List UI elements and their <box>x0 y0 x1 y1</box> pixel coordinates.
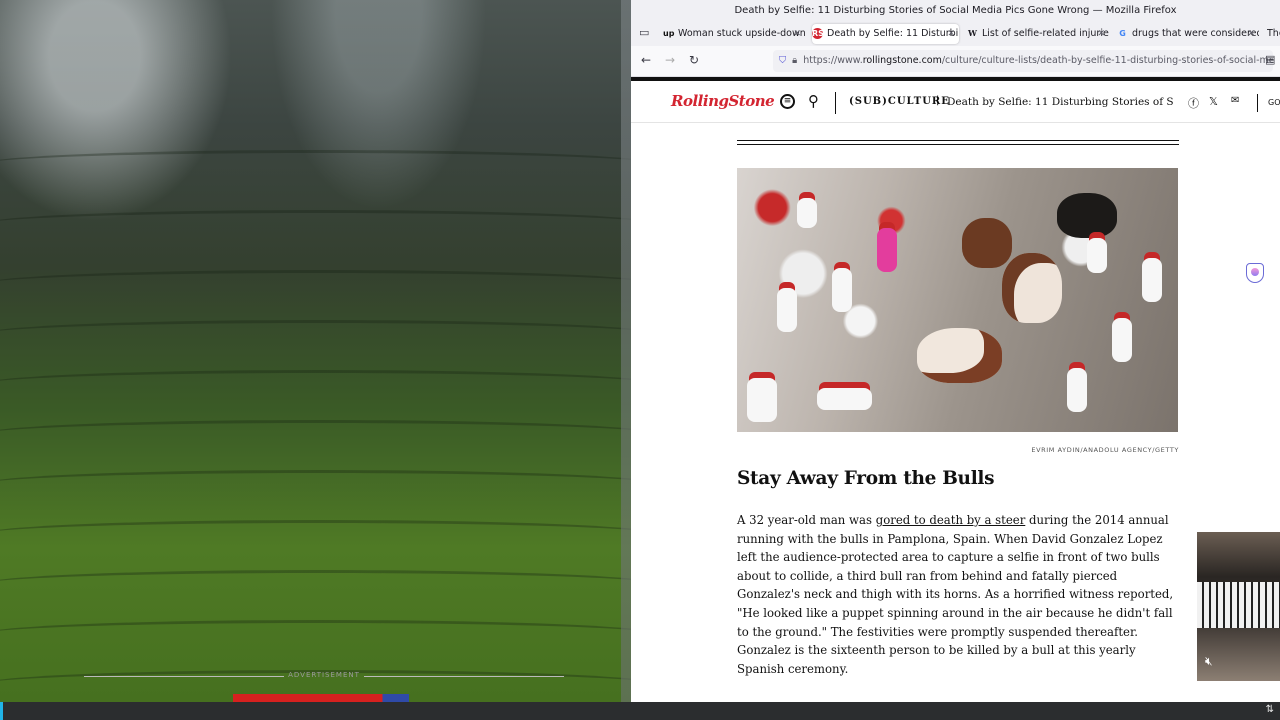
tab-3-close-icon[interactable]: ✕ <box>1097 24 1105 44</box>
facebook-icon[interactable]: ⓕ <box>1188 95 1199 111</box>
back-arrow-icon[interactable]: ← <box>641 53 651 67</box>
tab-1-close-icon[interactable]: ✕ <box>793 24 801 44</box>
advertisement-label: ADVERTISEMENT <box>84 671 564 679</box>
tab-3-label: List of selfie-related injuries <box>982 28 1109 39</box>
article: EVRIM AYDIN/ANADOLU AGENCY/GETTY Stay Aw… <box>737 140 1179 690</box>
video-overlay[interactable]: 🔇︎ <box>1197 532 1280 681</box>
desktop-wallpaper <box>0 0 631 702</box>
gored-link[interactable]: gored to death by a steer <box>876 513 1026 527</box>
reload-icon[interactable]: ↻ <box>689 53 699 67</box>
section-heading: Stay Away From the Bulls <box>737 468 995 489</box>
window-title: Death by Selfie: 11 Disturbing Stories o… <box>631 0 1280 22</box>
tab-bar: ▭ up Woman stuck upside-down i ✕ RS Death b… <box>631 22 1280 46</box>
tab-1[interactable]: up Woman stuck upside-down i ✕ <box>663 24 805 44</box>
search-icon[interactable]: ⚲ <box>808 92 819 110</box>
tab-2-favicon-icon: RS <box>812 28 824 39</box>
url-host: rollingstone.com <box>862 55 942 66</box>
tab-5-label: The <box>1267 28 1280 39</box>
site-logo[interactable]: RollingStone <box>671 92 775 110</box>
forward-arrow-icon[interactable]: → <box>665 53 675 67</box>
paragraph-text-start: A 32 year-old man was <box>737 513 876 527</box>
tab-4[interactable]: Gdrugs that were considered ✕ <box>1117 24 1259 44</box>
firefox-window: Death by Selfie: 11 Disturbing Stories o… <box>631 0 1280 702</box>
header-article-title: Death by Selfie: 11 Disturbing Stories o… <box>947 96 1173 108</box>
article-paragraph: A 32 year-old man was gored to death by … <box>737 511 1179 678</box>
menu-icon[interactable]: ≡ <box>780 94 795 109</box>
tab-2-label: Death by Selfie: 11 Disturbi <box>827 28 959 39</box>
paragraph-text-end: during the 2014 annual running with the … <box>737 513 1174 676</box>
tab-4-label: drugs that were considered <box>1132 28 1259 39</box>
url-path: /culture/culture-lists/death-by-selfie-1… <box>941 55 1273 66</box>
tracking-shield-icon[interactable]: ⛉ <box>779 55 786 66</box>
tab-3-favicon-icon: W <box>968 28 977 38</box>
url-bar[interactable]: ⛉ 🔒︎ https://www.rollingstone.com/culture/… <box>773 50 1273 72</box>
tab-4-favicon-icon: G <box>1119 29 1126 38</box>
header-separator: | <box>936 95 940 106</box>
email-icon[interactable]: ✉ <box>1231 95 1239 106</box>
tab-5[interactable]: The <box>1267 24 1280 44</box>
reader-view-icon[interactable]: ▤ <box>1265 53 1275 66</box>
tab-1-label: Woman stuck upside-down i <box>678 28 805 39</box>
advertisement-banner[interactable] <box>233 694 409 702</box>
site-header: RollingStone ≡ ⚲ (SUB)CULTURE | Death by… <box>631 84 1280 123</box>
x-twitter-icon[interactable]: 𝕏 <box>1209 95 1218 108</box>
taskbar: ⇅ <box>0 702 1280 720</box>
url-prefix: https://www. <box>803 55 863 66</box>
tab-4-close-icon[interactable]: ✕ <box>1247 24 1255 44</box>
section-label[interactable]: (SUB)CULTURE <box>849 96 950 107</box>
tab-3[interactable]: W List of selfie-related injuries ✕ <box>967 24 1109 44</box>
nav-bar: ← → ↻ ⛉ 🔒︎ https://www.rollingstone.com/cu… <box>631 46 1280 77</box>
photo-credit: EVRIM AYDIN/ANADOLU AGENCY/GETTY <box>1031 446 1179 454</box>
article-photo <box>737 168 1178 432</box>
tab-overview-icon[interactable]: ▭ <box>639 26 649 39</box>
lock-icon[interactable]: 🔒︎ <box>792 55 797 66</box>
tray-network-icon[interactable]: ⇅ <box>1266 704 1274 715</box>
header-cut-button[interactable]: GO <box>1268 98 1280 107</box>
tab-2-close-icon[interactable]: ✕ <box>947 24 955 44</box>
mute-icon[interactable]: 🔇︎ <box>1205 654 1213 669</box>
divider <box>737 140 1179 145</box>
extension-shield-icon[interactable] <box>1246 263 1264 283</box>
tab-2[interactable]: RS Death by Selfie: 11 Disturbi ✕ <box>812 24 959 44</box>
tab-1-favicon-icon: up <box>663 29 675 38</box>
